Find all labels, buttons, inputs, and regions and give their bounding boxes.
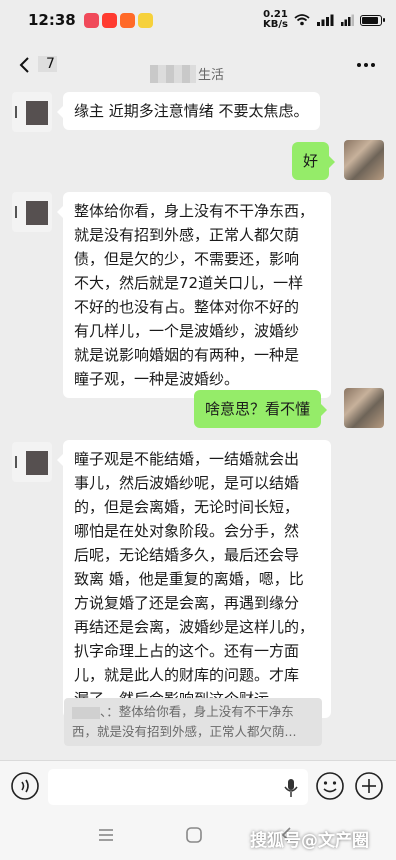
message-line: 瞳子观，一种是波婚纱。 (74, 370, 240, 388)
message-input[interactable] (48, 769, 308, 805)
microphone-icon[interactable] (281, 777, 301, 799)
network-speed: 0.21 KB/s (263, 10, 288, 30)
message-text: 好 (303, 152, 319, 170)
message-line: 儿，就是此人的财库的问题。才库 (74, 666, 300, 684)
message-line: 哪怕是在处对象阶段。会分手，然 (74, 522, 300, 540)
status-time: 12:38 (28, 11, 76, 29)
app-notification-icon (137, 12, 153, 28)
message-input-bar (0, 760, 396, 812)
user-avatar[interactable] (344, 388, 384, 428)
recent-apps-icon[interactable] (98, 828, 114, 842)
message-line: 扒字命理上占的这个。还有一方面 (74, 642, 300, 660)
message-line: 瞳子观是不能结婚，一结婚就会出 (74, 450, 300, 468)
quote-text: 、：整体给你看，身上没有不干净东 (100, 704, 294, 719)
redacted-name (72, 706, 100, 719)
watermark: 搜狐号@文产圈 (250, 831, 369, 851)
message-bubble-outgoing[interactable]: 好 (292, 142, 336, 180)
voice-mode-icon[interactable] (10, 771, 40, 801)
signal-icon (341, 14, 354, 26)
sender-avatar[interactable] (12, 192, 52, 232)
message-line: 整体给你看，身上没有不干净东西， (74, 202, 315, 220)
chat-title: 生活 (150, 64, 224, 83)
back-arrow-icon[interactable] (14, 54, 36, 76)
status-bar: 12:38 0.21 KB/s (0, 0, 396, 40)
battery-icon (360, 14, 385, 26)
message-line: 再结还是会离，波婚纱是这样儿的， (74, 618, 315, 636)
chat-title-text: 生活 (198, 68, 225, 83)
message-bubble-incoming[interactable]: 缘主 近期多注意情绪 不要太焦虑。 (57, 92, 320, 130)
message-bubble-incoming[interactable]: 整体给你看，身上没有不干净东西， 就是没有招到外感，正常人都欠荫 债，但是欠的少… (57, 192, 331, 398)
notification-app-icons (83, 12, 153, 28)
battery-level (362, 16, 378, 24)
quote-line: 、：整体给你看，身上没有不干净东 (72, 702, 314, 722)
unread-count[interactable]: 7 (38, 56, 57, 72)
sender-avatar[interactable] (12, 92, 52, 132)
message-line: 致离 婚，他是重复的离婚，嗯，比 (74, 570, 304, 588)
message-line: 后呢，无论结婚多久，最后还会导 (74, 546, 300, 564)
quoted-message[interactable]: 、：整体给你看，身上没有不干净东 西，就是没有招到外感，正常人都欠荫... (64, 698, 322, 746)
chat-title-bar: 7 生活 (0, 44, 396, 86)
message-line: 债，但是欠的少，不需要还，影响 (74, 250, 300, 268)
user-avatar[interactable] (344, 140, 384, 180)
message-line: 事儿，然后波婚纱呢，是可以结婚 (74, 474, 300, 492)
app-notification-icon (83, 12, 99, 28)
home-icon[interactable] (185, 826, 203, 844)
emoji-icon[interactable] (315, 771, 345, 801)
plus-icon[interactable] (354, 771, 384, 801)
signal-icon (317, 14, 334, 26)
sender-avatar[interactable] (12, 442, 52, 482)
message-text: 缘主 近期多注意情绪 不要太焦虑。 (74, 102, 309, 120)
message-line: 有几样儿，一个是波婚纱，波婚纱 (74, 322, 300, 340)
network-speed-unit: KB/s (263, 19, 288, 30)
wifi-icon (294, 14, 310, 26)
message-bubble-incoming[interactable]: 瞳子观是不能结婚，一结婚就会出 事儿，然后波婚纱呢，是可以结婚 的，但是会离婚，… (57, 440, 331, 718)
app-notification-icon (101, 12, 117, 28)
message-line: 的，但是会离婚，无论时间长短， (74, 498, 300, 516)
more-options-icon[interactable] (354, 54, 378, 76)
redacted-name (150, 64, 196, 83)
message-line: 不大，然后就是72道关口儿，一样 (74, 274, 304, 292)
message-line: 不好的也没有占。整体对你不好的 (74, 298, 300, 316)
message-text: 啥意思？看不懂 (205, 400, 311, 418)
quote-line: 西，就是没有招到外感，正常人都欠荫... (72, 724, 297, 739)
app-notification-icon (119, 12, 135, 28)
message-bubble-outgoing[interactable]: 啥意思？看不懂 (194, 390, 328, 428)
message-line: 就是说影响婚姻的有两种，一种是 (74, 346, 300, 364)
message-line: 方说复婚了还是会离，再遇到缘分 (74, 594, 300, 612)
message-line: 就是没有招到外感，正常人都欠荫 (74, 226, 300, 244)
